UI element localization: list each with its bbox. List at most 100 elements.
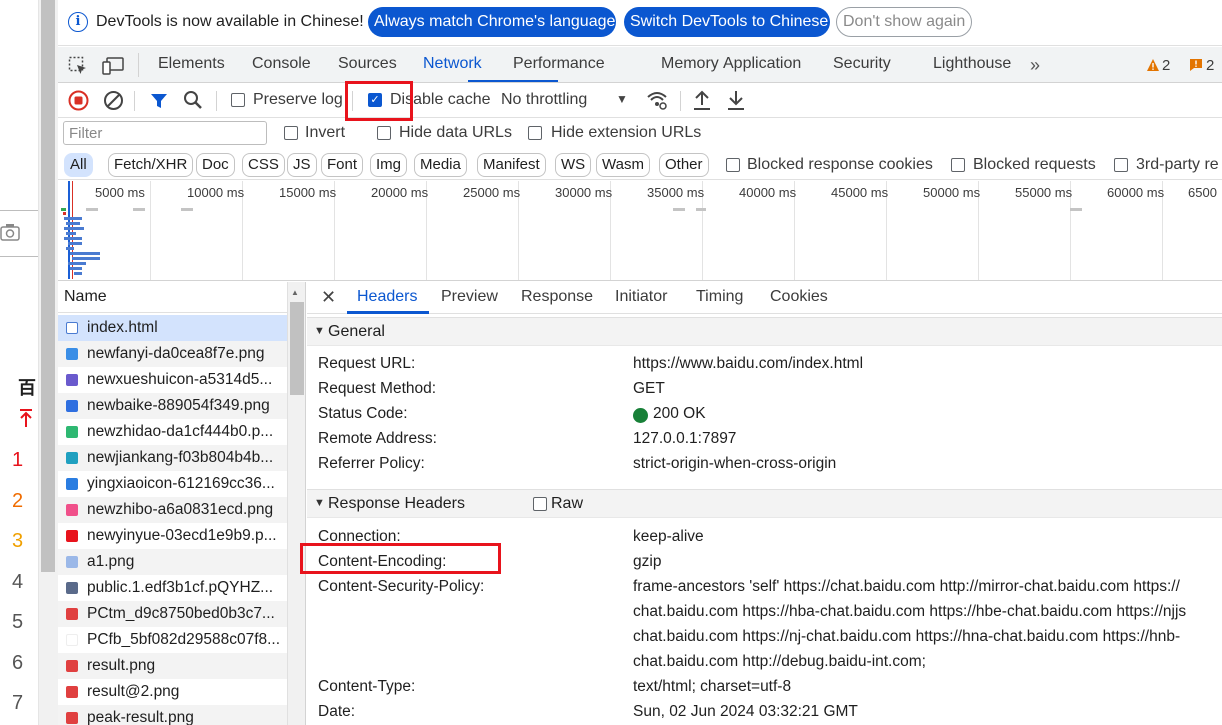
record-icon[interactable] [68,90,89,111]
request-row[interactable]: a1.png [58,549,287,575]
tab-console[interactable]: Console [252,55,311,73]
type-filter-manifest[interactable]: Manifest [477,153,546,177]
request-row[interactable]: PCtm_d9c8750bed0b3c7... [58,601,287,627]
header-value[interactable]: gzip [633,553,661,571]
collapse-triangle-icon[interactable]: ▼ [314,325,325,337]
header-value[interactable]: chat.baidu.com https://hba-chat.baidu.co… [633,603,1186,621]
header-value[interactable]: 127.0.0.1:7897 [633,430,736,448]
clear-icon[interactable] [103,90,124,111]
request-row[interactable]: index.html [58,315,287,341]
general-section-title[interactable]: General [328,323,385,341]
type-filter-ws[interactable]: WS [555,153,592,177]
third-party-requests-label[interactable]: 3rd-party re [1136,156,1219,174]
request-row[interactable]: result@2.png [58,679,287,705]
hide-data-urls-checkbox[interactable] [377,126,391,140]
name-column-header[interactable]: Name [58,282,288,313]
network-conditions-icon[interactable] [646,89,668,111]
request-name[interactable]: newjiankang-f03b804b4b... [87,449,285,467]
request-row[interactable]: newxueshuicon-a5314d5... [58,367,287,393]
request-row[interactable]: newzhibo-a6a0831ecd.png [58,497,287,523]
request-name[interactable]: result@2.png [87,683,285,701]
preserve-log-label[interactable]: Preserve log [253,91,343,109]
type-filter-other[interactable]: Other [659,153,709,177]
request-name[interactable]: newfanyi-da0cea8f7e.png [87,345,285,363]
request-row[interactable]: public.1.edf3b1cf.pQYHZ... [58,575,287,601]
invert-checkbox[interactable] [284,126,298,140]
third-party-requests-checkbox[interactable] [1114,158,1128,172]
blocked-requests-checkbox[interactable] [951,158,965,172]
general-section-header[interactable]: ▼ General [307,317,1222,346]
request-name[interactable]: newxueshuicon-a5314d5... [87,371,285,389]
request-name[interactable]: index.html [87,319,285,337]
detail-tab-timing[interactable]: Timing [696,288,743,306]
tab-lighthouse[interactable]: Lighthouse [933,55,1011,73]
filter-icon[interactable] [149,91,169,111]
type-filter-js[interactable]: JS [287,153,317,177]
type-filter-img[interactable]: Img [370,153,408,177]
header-value[interactable]: Sun, 02 Jun 2024 03:32:21 GMT [633,703,858,721]
page-scrollbar-thumb[interactable] [41,0,55,572]
blocked-requests-label[interactable]: Blocked requests [973,156,1096,174]
camera-icon[interactable] [0,222,22,242]
request-row[interactable]: result.png [58,653,287,679]
request-row[interactable]: newjiankang-f03b804b4b... [58,445,287,471]
raw-headers-checkbox[interactable] [533,497,547,511]
request-name[interactable]: PCtm_d9c8750bed0b3c7... [87,605,285,623]
detail-tab-headers[interactable]: Headers [357,288,417,306]
tab-security[interactable]: Security [833,55,891,73]
inspect-element-icon[interactable] [68,56,88,76]
detail-tab-response[interactable]: Response [521,288,593,306]
hide-extension-urls-checkbox[interactable] [528,126,542,140]
device-toolbar-icon[interactable] [102,56,124,76]
tab-application[interactable]: Application [723,55,801,73]
request-row[interactable]: PCfb_5bf082d29588c07f8... [58,627,287,653]
chevron-down-icon[interactable]: ▼ [616,92,628,106]
detail-tab-preview[interactable]: Preview [441,288,498,306]
request-row[interactable]: newfanyi-da0cea8f7e.png [58,341,287,367]
tab-network[interactable]: Network [423,55,482,73]
tab-sources[interactable]: Sources [338,55,397,73]
header-value[interactable]: chat.baidu.com https://nj-chat.baidu.com… [633,628,1180,646]
request-row[interactable]: newbaike-889054f349.png [58,393,287,419]
header-value[interactable]: https://www.baidu.com/index.html [633,355,863,373]
filter-input[interactable] [63,121,267,145]
request-list-scrollbar-thumb[interactable] [290,302,304,395]
tab-elements[interactable]: Elements [158,55,225,73]
request-row[interactable]: peak-result.png [58,705,287,725]
export-har-icon[interactable] [726,89,746,111]
hide-data-urls-label[interactable]: Hide data URLs [399,124,512,142]
disable-cache-label[interactable]: Disable cache [390,91,491,109]
request-name[interactable]: newzhidao-da1cf444b0.p... [87,423,285,441]
type-filter-wasm[interactable]: Wasm [596,153,650,177]
disable-cache-checkbox[interactable]: ✓ [368,93,382,107]
preserve-log-checkbox[interactable] [231,93,245,107]
import-har-icon[interactable] [692,89,712,111]
header-value[interactable]: chat.baidu.com http://debug.baidu-int.co… [633,653,926,671]
request-row[interactable]: newzhidao-da1cf444b0.p... [58,419,287,445]
header-value[interactable]: 200 OK [653,405,706,423]
switch-to-chinese-button[interactable]: Switch DevTools to Chinese [624,7,830,37]
detail-tab-cookies[interactable]: Cookies [770,288,828,306]
request-name[interactable]: public.1.edf3b1cf.pQYHZ... [87,579,285,597]
warnings-count[interactable]: 2 [1162,57,1170,74]
warning-icon[interactable] [1146,58,1160,72]
header-value[interactable]: strict-origin-when-cross-origin [633,455,836,473]
more-tabs-icon[interactable]: » [1030,55,1040,76]
type-filter-fetchxhr[interactable]: Fetch/XHR [108,153,194,177]
header-value[interactable]: GET [633,380,665,398]
request-name[interactable]: a1.png [87,553,285,571]
request-name[interactable]: newyinyue-03ecd1e9b9.p... [87,527,285,545]
request-name[interactable]: newzhibo-a6a0831ecd.png [87,501,285,519]
response-headers-section-title[interactable]: Response Headers [328,495,465,513]
type-filter-all[interactable]: All [64,153,93,177]
blocked-response-cookies-label[interactable]: Blocked response cookies [747,156,933,174]
request-name[interactable]: result.png [87,657,285,675]
header-value[interactable]: text/html; charset=utf-8 [633,678,791,696]
issues-count[interactable]: 2 [1206,57,1214,74]
always-match-language-button[interactable]: Always match Chrome's language [368,7,616,37]
request-list-scrollbar[interactable]: ▲ [287,282,305,725]
header-value[interactable]: keep-alive [633,528,704,546]
throttling-select[interactable]: No throttling [501,91,587,109]
issues-icon[interactable] [1189,58,1203,72]
invert-label[interactable]: Invert [305,124,345,142]
